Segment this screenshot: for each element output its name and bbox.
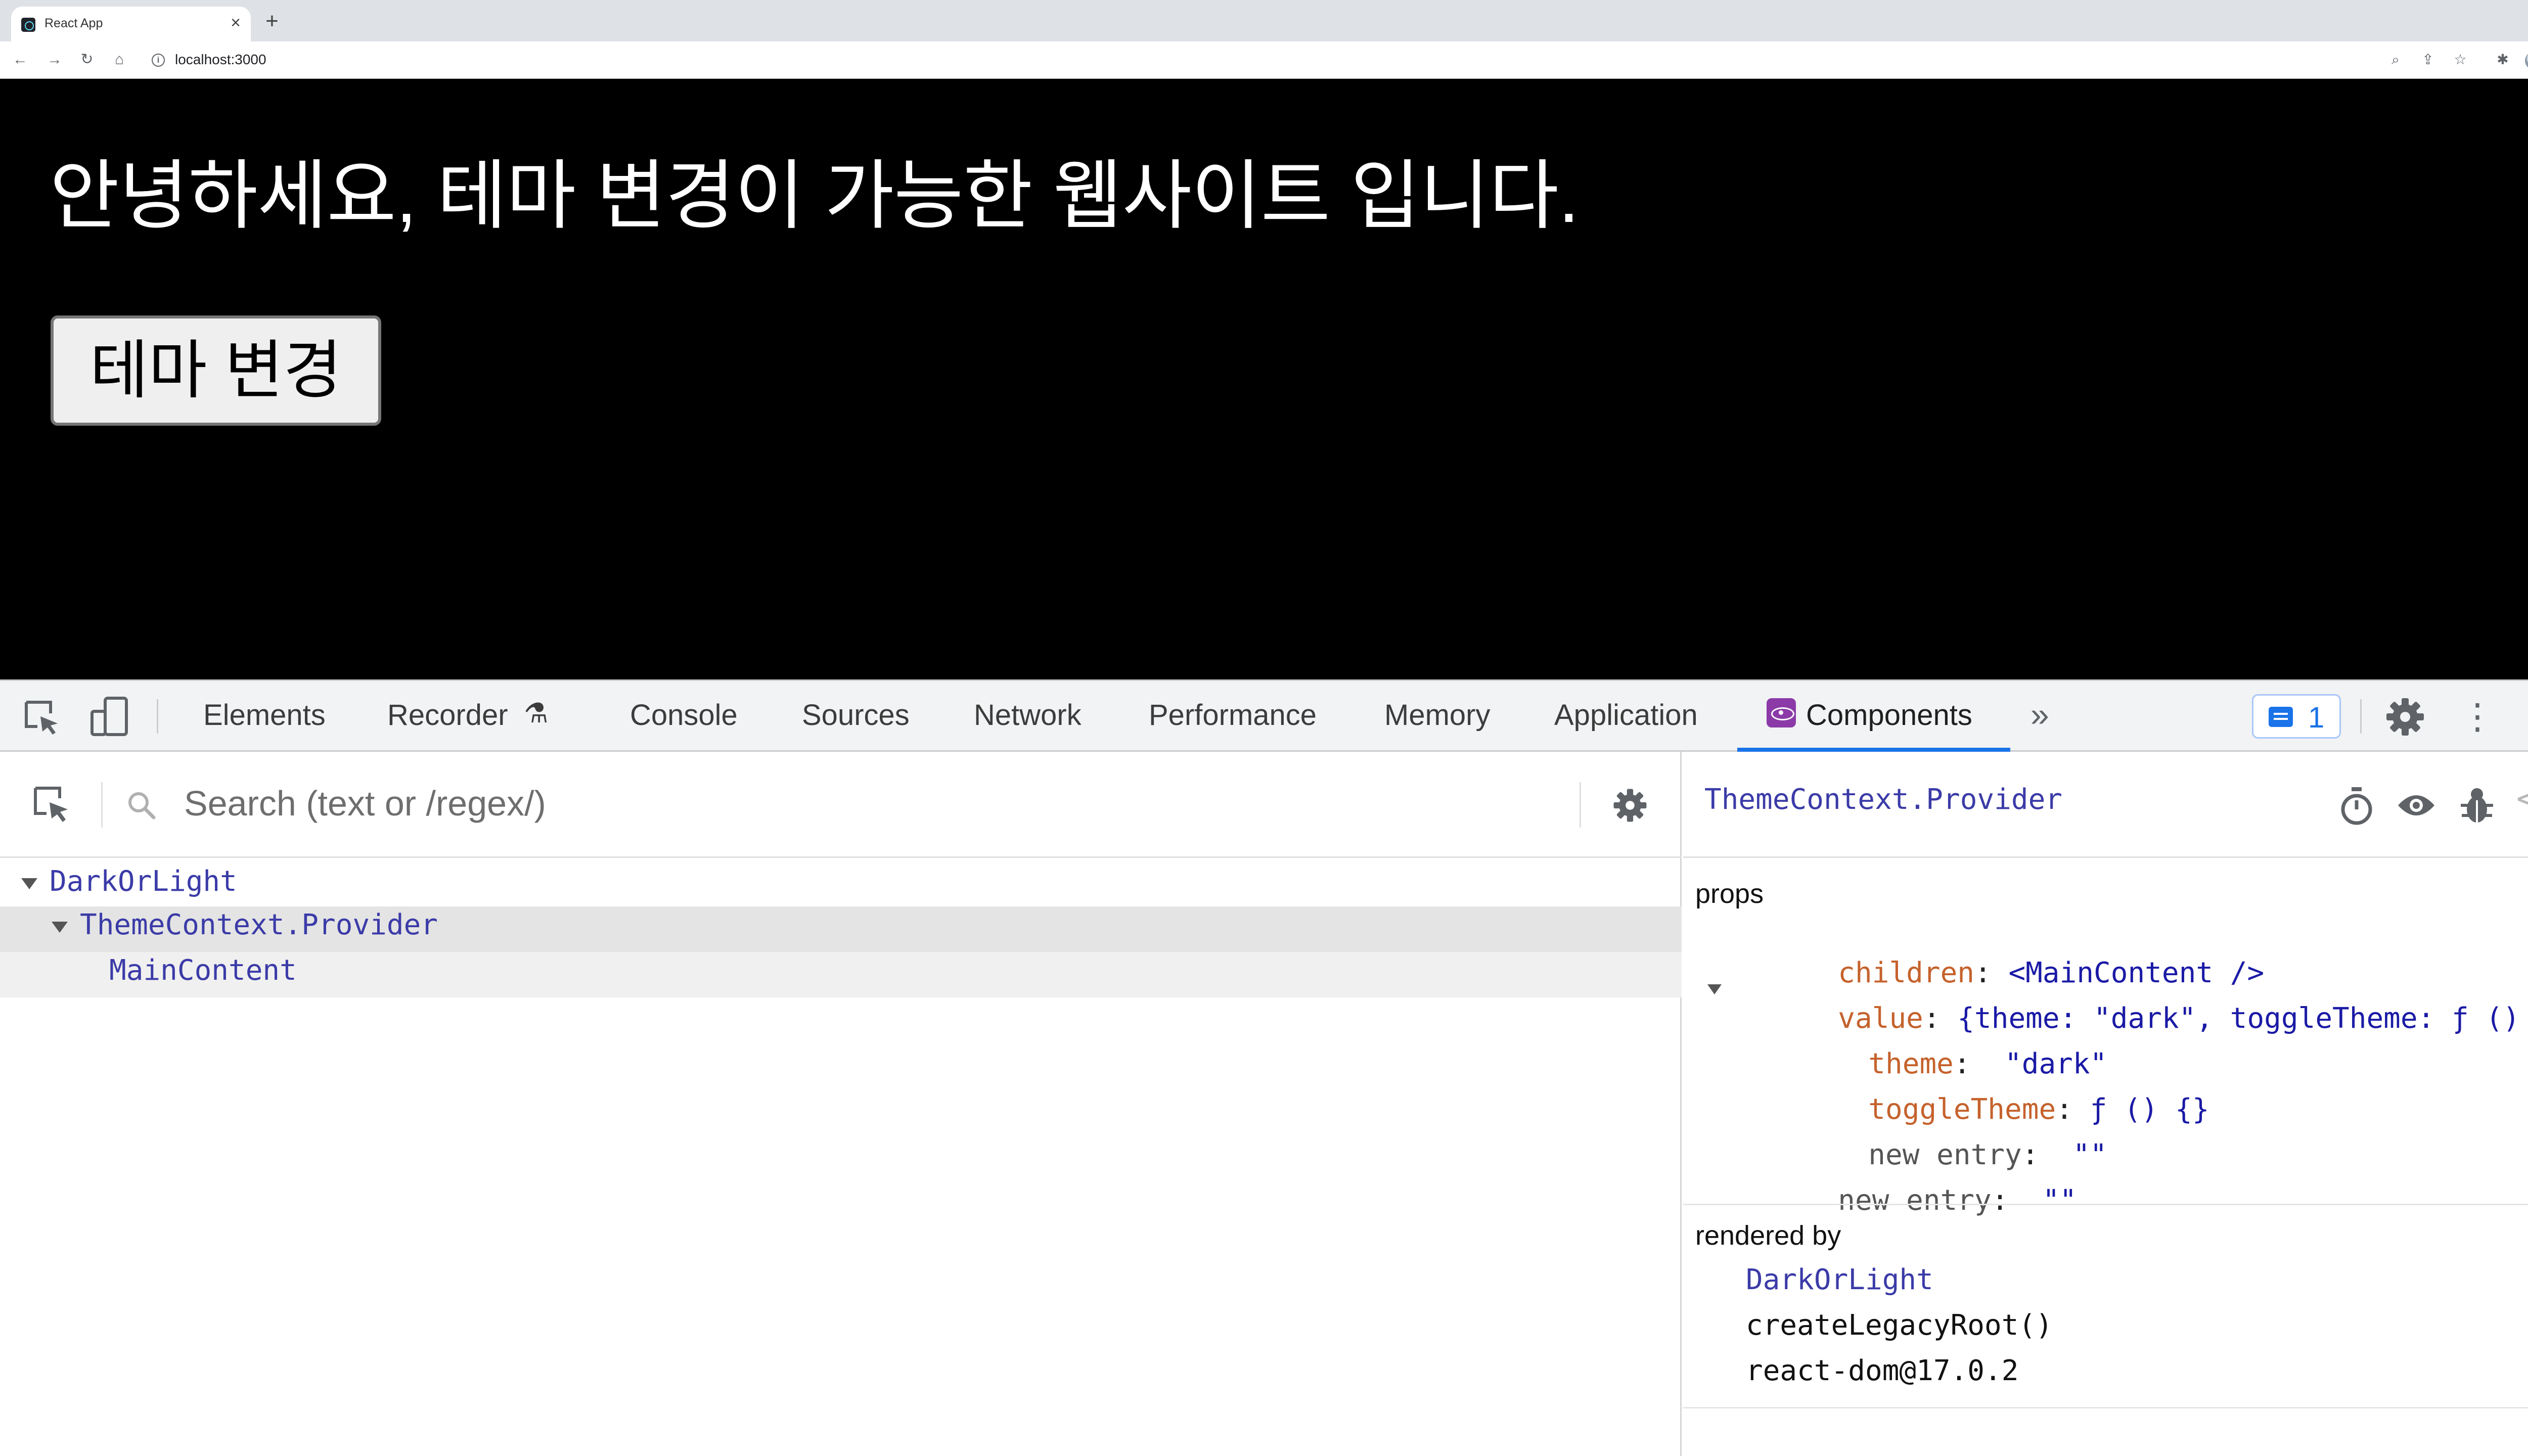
browser-tab[interactable]: React App ×	[11, 7, 251, 41]
tab-network[interactable]: Network	[974, 698, 1081, 732]
tree-node-label: MainContent	[109, 954, 297, 987]
device-toolbar-icon[interactable]	[90, 696, 129, 738]
site-info-icon[interactable]: i	[152, 54, 165, 67]
browser-tabstrip: React App × + ⌄	[0, 0, 2528, 41]
tab-close-button[interactable]: ×	[225, 13, 246, 33]
issues-count: 1	[2308, 701, 2325, 734]
tree-row-maincontent[interactable]: MainContent	[0, 952, 1682, 997]
tree-settings-gear-icon[interactable]	[1612, 787, 1648, 824]
page-heading: 안녕하세요, 테마 변경이 가능한 웹사이트 입니다.	[50, 153, 1579, 238]
component-inspector-pane: ThemeContext.Provider <> props	[1683, 752, 2528, 1456]
section-divider	[1683, 1407, 2528, 1408]
more-tabs-chevron-icon[interactable]: »	[2030, 695, 2049, 734]
bug-icon[interactable]	[2459, 785, 2495, 827]
issues-chat-icon	[2269, 707, 2293, 727]
select-component-icon[interactable]	[31, 784, 72, 827]
component-tree-pane: DarkOrLight ThemeContext.Provider MainCo…	[0, 752, 1682, 1456]
theme-toggle-button[interactable]: 테마 변경	[51, 315, 381, 426]
tab-recorder[interactable]: Recorder	[387, 698, 508, 732]
tab-components-label: Components	[1806, 699, 1972, 732]
address-bar[interactable]: localhost:3000	[175, 52, 266, 68]
new-entry-value[interactable]: ""	[2073, 1139, 2107, 1171]
prop-value: ƒ () {}	[2090, 1093, 2209, 1126]
tree-node-label: ThemeContext.Provider	[80, 908, 438, 941]
react-components-icon	[1767, 698, 1796, 727]
tree-row-darkorlight[interactable]: DarkOrLight	[0, 863, 1682, 908]
expand-triangle-icon[interactable]	[21, 878, 37, 889]
new-entry-key[interactable]: new entry	[1838, 1184, 1991, 1217]
bookmark-star-icon[interactable]: ☆	[2450, 50, 2470, 70]
expand-triangle-icon[interactable]	[1707, 984, 1722, 994]
inspect-element-icon[interactable]	[22, 698, 61, 737]
react-favicon-icon	[21, 18, 35, 32]
tab-console[interactable]: Console	[630, 698, 738, 732]
share-icon[interactable]: ⇪	[2418, 50, 2438, 70]
component-search-bar	[0, 752, 1682, 858]
search-icon	[128, 792, 156, 820]
props-section-title: props	[1695, 879, 1764, 909]
issues-badge[interactable]: 1	[2252, 694, 2341, 739]
devtools-panel: Elements Recorder ⚗ Console Sources Netw…	[0, 679, 2528, 1456]
section-divider	[1683, 1204, 2528, 1205]
back-arrow-icon[interactable]: ←	[10, 50, 30, 70]
search-divider	[1579, 782, 1581, 828]
tab-sources[interactable]: Sources	[802, 698, 910, 732]
tab-application[interactable]: Application	[1554, 698, 1698, 732]
eye-icon[interactable]	[2396, 789, 2436, 822]
extensions-puzzle-icon[interactable]: ✱	[2493, 50, 2513, 70]
search-divider	[101, 782, 103, 828]
reload-icon[interactable]: ↻	[77, 50, 97, 70]
tree-node-label: DarkOrLight	[50, 865, 237, 898]
rendered-by-title: rendered by	[1695, 1220, 1841, 1251]
page-viewport: 안녕하세요, 테마 변경이 가능한 웹사이트 입니다. 테마 변경	[0, 79, 2528, 679]
expand-triangle-icon[interactable]	[52, 922, 68, 933]
forward-arrow-icon[interactable]: →	[44, 50, 65, 70]
toolbar-divider	[157, 699, 158, 734]
new-entry-value[interactable]: ""	[2043, 1184, 2076, 1217]
rendered-by-darkorlight-link[interactable]: DarkOrLight	[1746, 1263, 1933, 1296]
tab-elements[interactable]: Elements	[203, 698, 326, 732]
rendered-by-createlegacyroot: createLegacyRoot()	[1746, 1309, 2053, 1342]
toolbar-divider	[2360, 699, 2362, 734]
profile-avatar[interactable]	[2525, 52, 2528, 70]
devtools-settings-gear-icon[interactable]	[2384, 696, 2426, 738]
inspected-component-title: ThemeContext.Provider	[1704, 783, 2063, 816]
flask-icon: ⚗	[524, 698, 549, 729]
devtools-more-options-icon[interactable]: ⋮	[2457, 696, 2498, 737]
devtools-tabbar: Elements Recorder ⚗ Console Sources Netw…	[0, 681, 2528, 752]
tab-memory[interactable]: Memory	[1384, 698, 1490, 732]
tree-row-themecontext-provider[interactable]: ThemeContext.Provider	[0, 906, 1682, 952]
component-search-input[interactable]	[184, 783, 1549, 824]
browser-navbar: ← → ↻ ⌂ i localhost:3000 ⌕ ⇪ ☆ ✱ ⋮	[0, 41, 2528, 79]
rendered-by-react-dom: react-dom@17.0.2	[1746, 1354, 2019, 1387]
inspector-header: ThemeContext.Provider <>	[1683, 752, 2528, 858]
tab-performance[interactable]: Performance	[1149, 698, 1317, 732]
tab-title: React App	[44, 16, 103, 30]
stopwatch-icon[interactable]	[2338, 786, 2375, 827]
home-icon[interactable]: ⌂	[109, 50, 129, 70]
view-source-icon[interactable]: <>	[2516, 780, 2528, 817]
new-tab-button[interactable]: +	[261, 10, 283, 32]
zoom-icon[interactable]: ⌕	[2385, 50, 2406, 70]
